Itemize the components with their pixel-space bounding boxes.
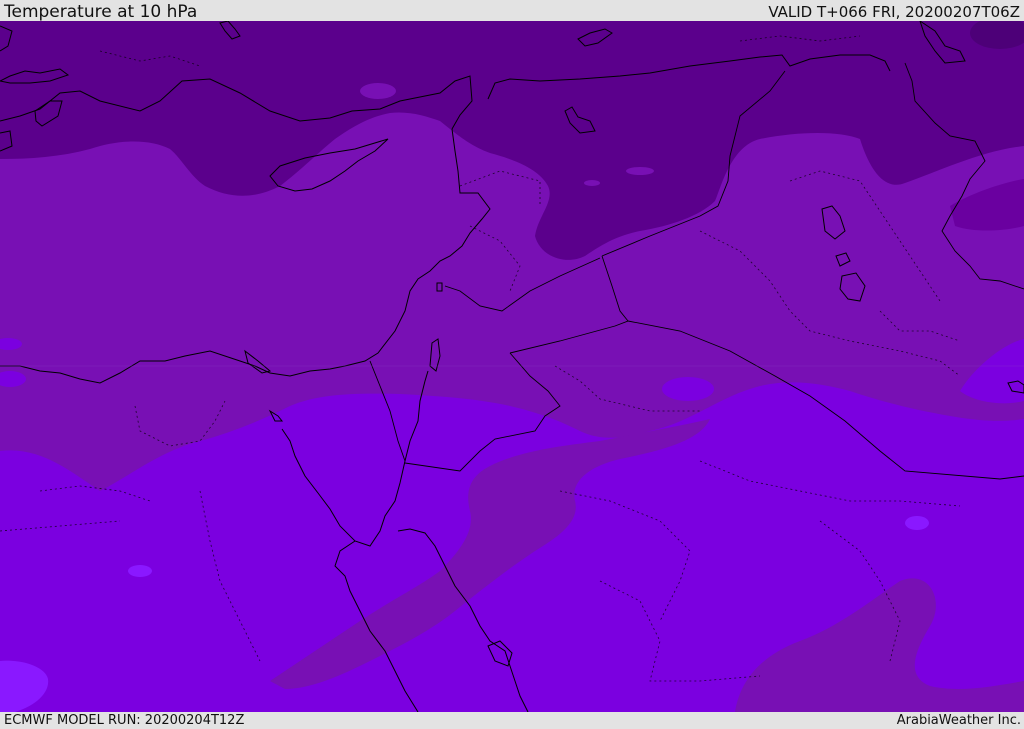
model-run: ECMWF MODEL RUN: 20200204T12Z — [4, 713, 245, 728]
band-warmest-patch — [905, 516, 929, 530]
map-canvas — [0, 21, 1024, 712]
valid-time: VALID T+066 FRI, 20200207T06Z — [768, 3, 1020, 21]
map-title: Temperature at 10 hPa — [4, 2, 198, 22]
footer-bar: ECMWF MODEL RUN: 20200204T12Z ArabiaWeat… — [0, 712, 1024, 729]
weather-map[interactable] — [0, 21, 1024, 712]
credit-text: ArabiaWeather Inc. — [896, 713, 1021, 728]
header-bar: Temperature at 10 hPa VALID T+066 FRI, 2… — [0, 0, 1024, 21]
